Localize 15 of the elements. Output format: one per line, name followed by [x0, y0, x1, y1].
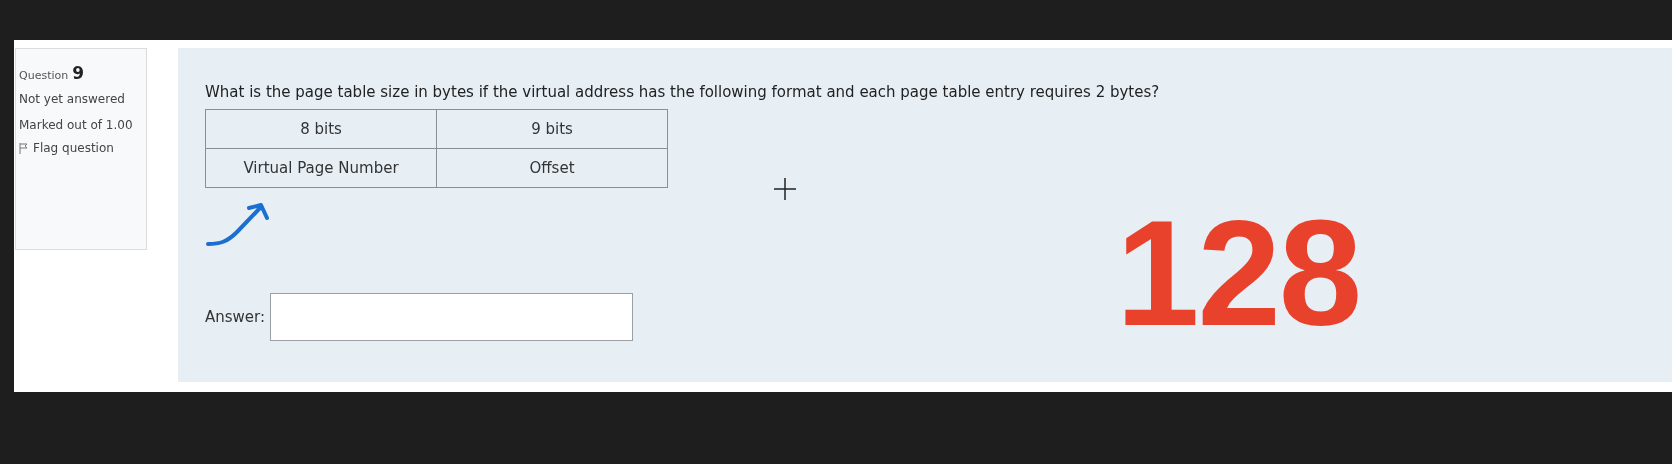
question-label: Question [19, 69, 69, 82]
answer-field[interactable] [270, 293, 634, 341]
answer-label: Answer: [205, 308, 266, 326]
flag-question-link[interactable]: Flag question [19, 141, 143, 155]
table-cell: 9 bits [436, 109, 668, 149]
table-cell: Virtual Page Number [205, 148, 437, 188]
crosshair-cursor-icon [774, 178, 796, 200]
annotation-number: 128 [1116, 198, 1361, 348]
table-cell: Offset [436, 148, 668, 188]
table-cell: 8 bits [205, 109, 437, 149]
status-text: Not yet answered [19, 91, 126, 108]
question-text: What is the page table size in bytes if the virtual address has the following format and each page table entry requires 2 bytes? [205, 83, 1161, 101]
question-number: 9 [72, 63, 85, 83]
flag-icon [19, 142, 28, 154]
marks-text: Marked out of 1.00 [19, 117, 134, 134]
